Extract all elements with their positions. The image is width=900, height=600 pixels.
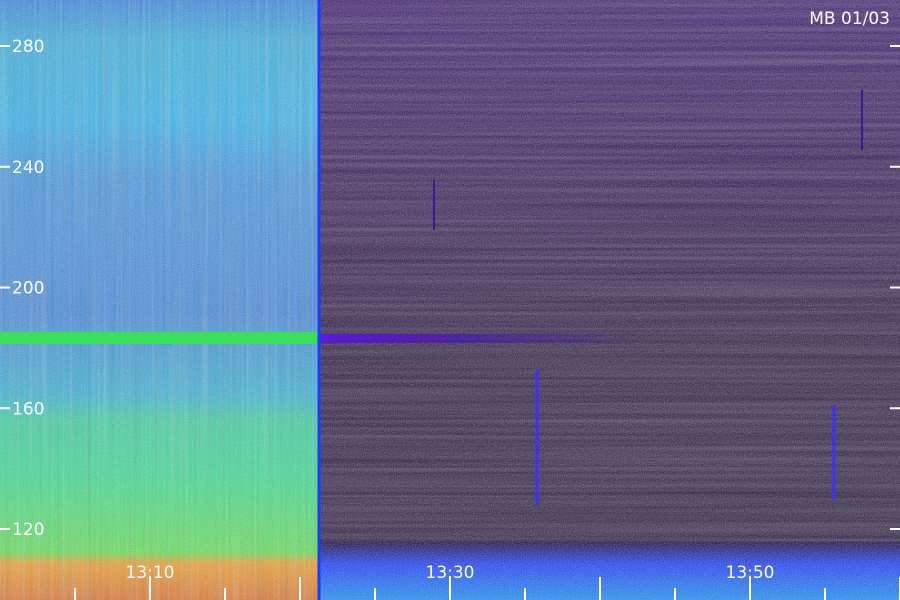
spectrogram-chart: 280 240 200 160 120 13:10 13:30 13:50 MB 01/03 xyxy=(0,0,900,600)
y-tick-label: 160 xyxy=(12,399,44,419)
chart-title: MB 01/03 xyxy=(809,9,890,29)
plot-area xyxy=(0,0,900,600)
narrow-band-fade xyxy=(319,333,639,343)
quiet-region-texture-fine xyxy=(319,0,900,600)
y-tick-label: 120 xyxy=(12,520,44,540)
x-tick-label: 13:50 xyxy=(726,563,775,583)
y-tick-label: 200 xyxy=(12,279,44,299)
y-tick-label: 280 xyxy=(12,37,44,57)
y-tick-label: 240 xyxy=(12,158,44,178)
x-tick-label: 13:10 xyxy=(126,563,175,583)
narrow-band-burst xyxy=(0,331,319,344)
burst-region-texture-fine xyxy=(0,0,319,600)
x-tick-label: 13:30 xyxy=(426,563,475,583)
